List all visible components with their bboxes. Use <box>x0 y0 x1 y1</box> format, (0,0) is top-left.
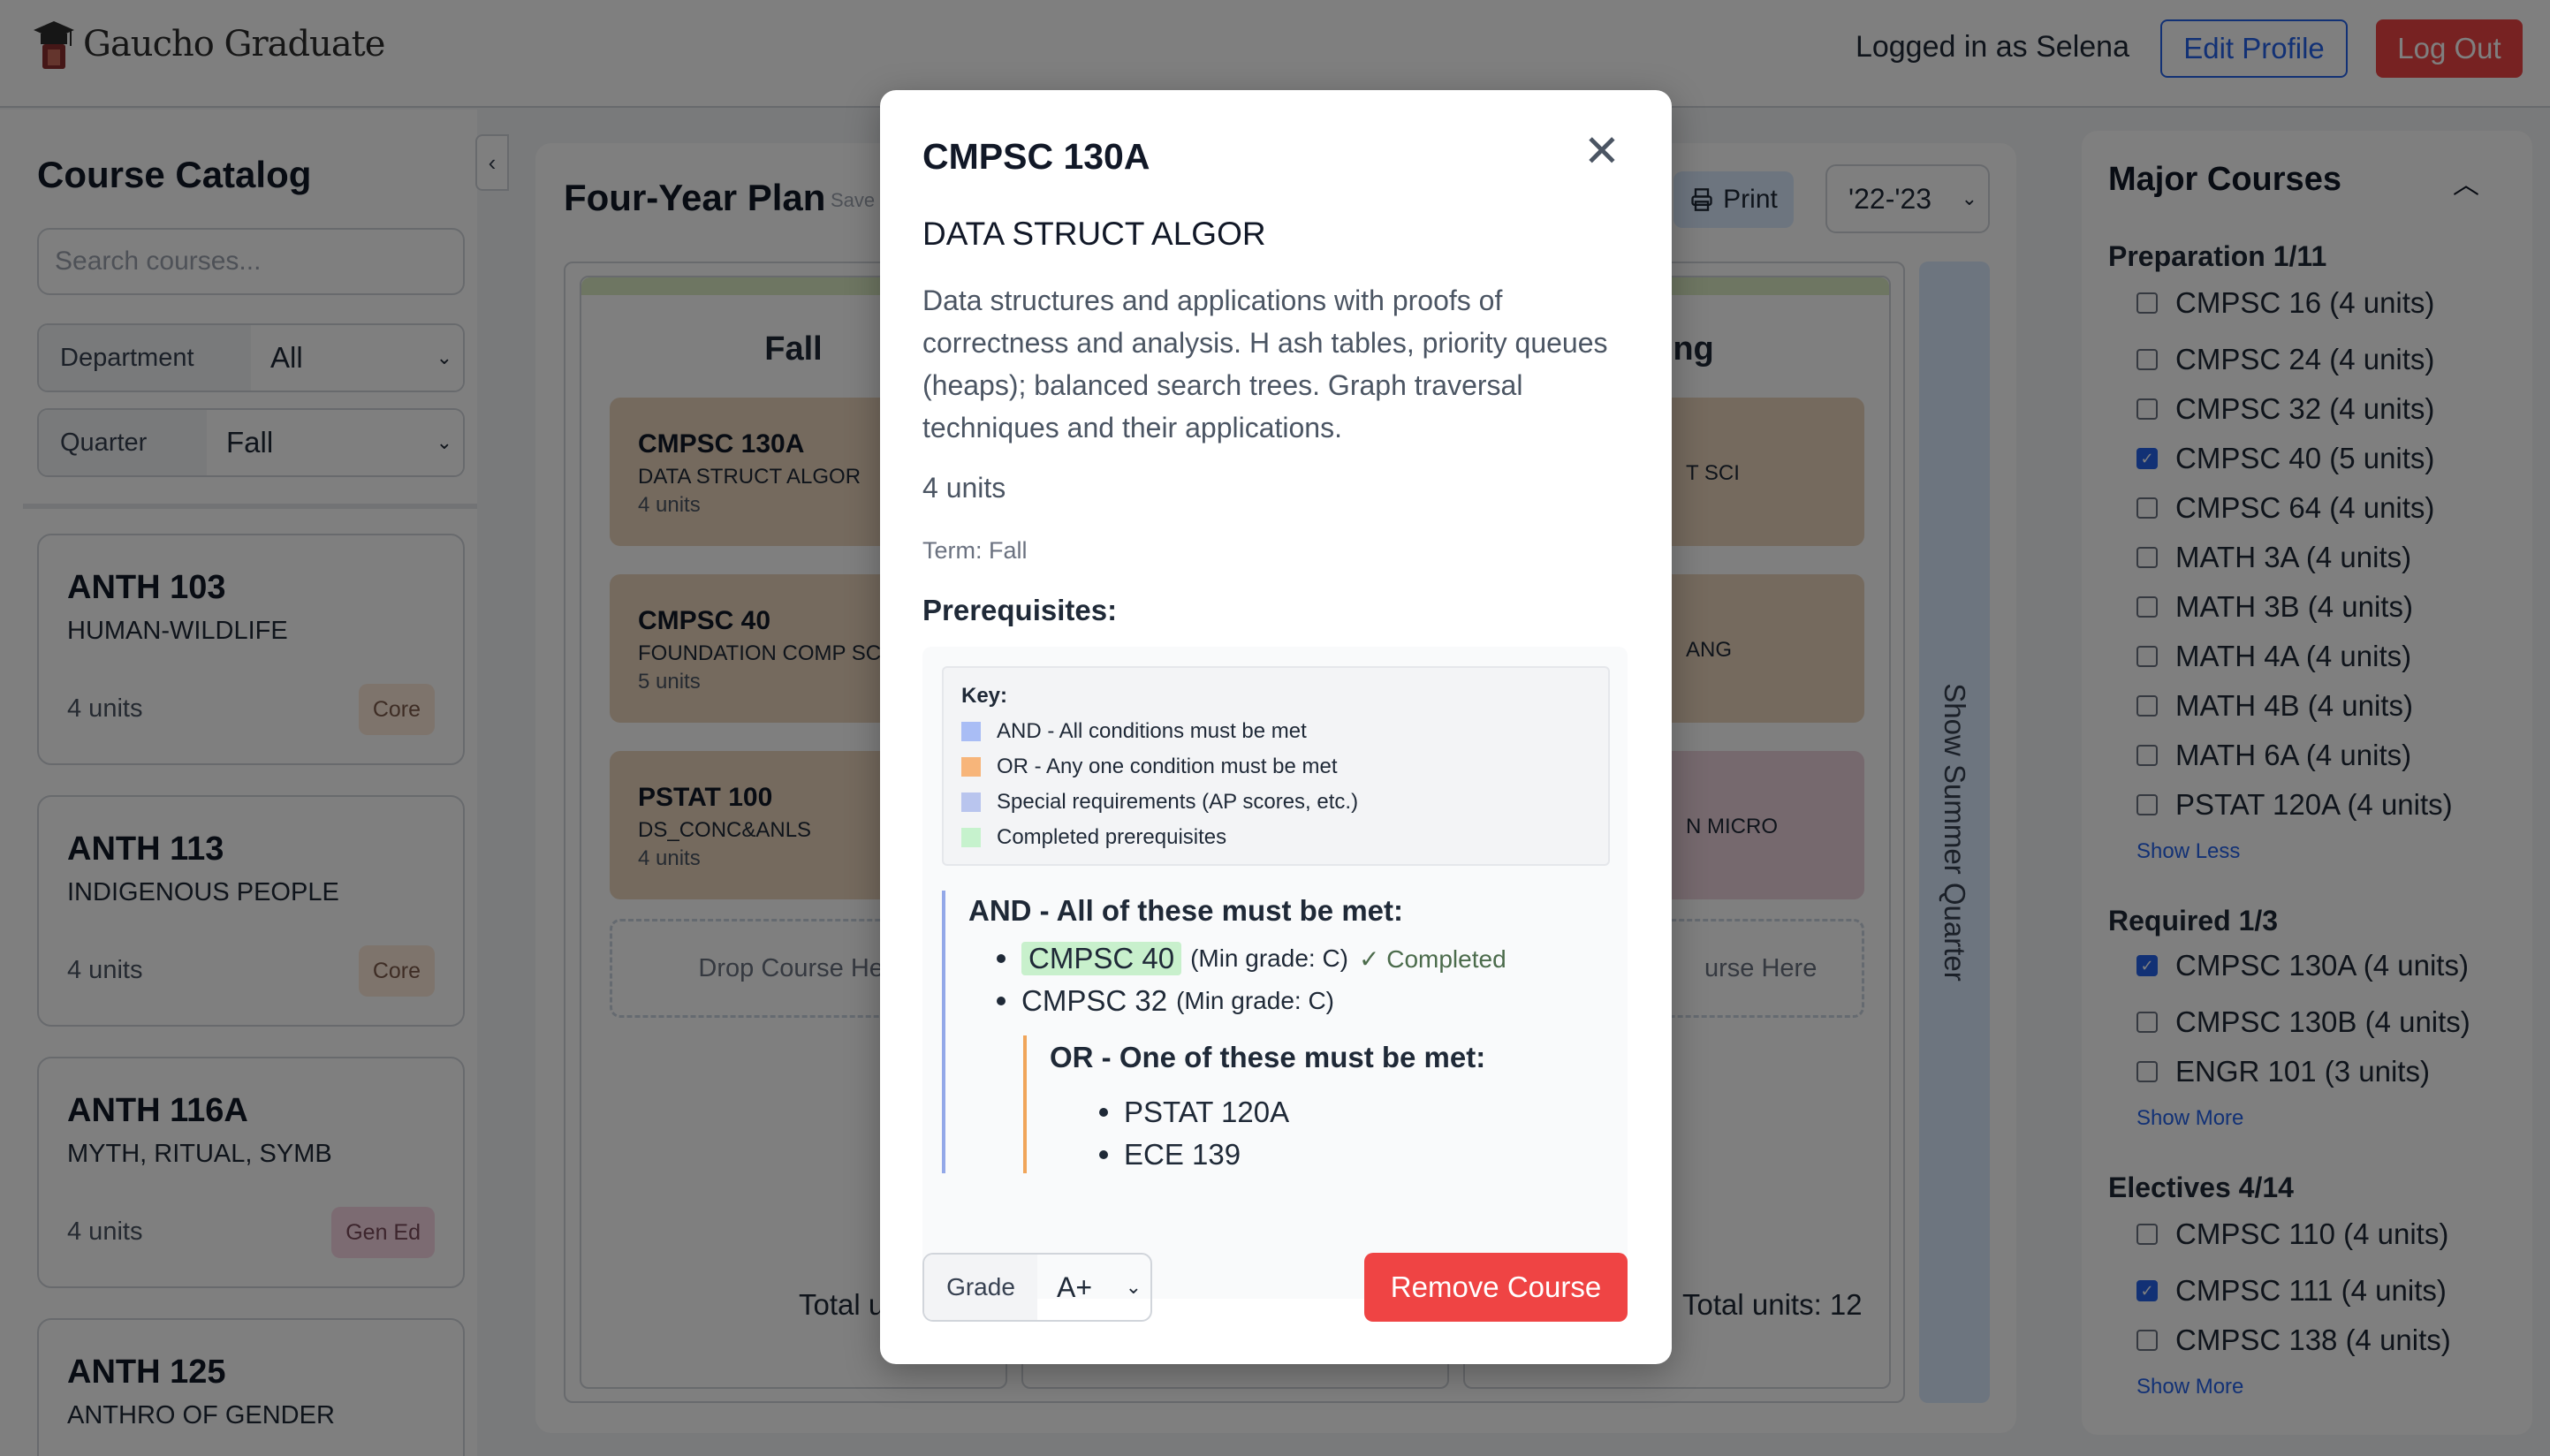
prereq-key: Key: AND - All conditions must be met OR… <box>942 666 1610 866</box>
min-grade: (Min grade: C) <box>1176 987 1334 1014</box>
color-swatch <box>961 722 981 741</box>
and-group-border <box>942 891 945 1173</box>
close-icon[interactable]: ✕ <box>1583 129 1620 173</box>
modal-course-code: CMPSC 130A <box>922 136 1150 177</box>
or-heading: OR - One of these must be met: <box>1050 1041 1486 1073</box>
prereq-course: PSTAT 120A <box>1124 1096 1290 1128</box>
key-item: OR - Any one condition must be met <box>961 755 1338 779</box>
key-item: AND - All conditions must be met <box>961 719 1307 744</box>
key-item: Completed prerequisites <box>961 825 1226 850</box>
remove-course-button[interactable]: Remove Course <box>1364 1253 1628 1322</box>
modal-course-description: Data structures and applications with pr… <box>922 284 1608 444</box>
prereq-course: CMPSC 40 <box>1021 942 1182 975</box>
modal-course-title: DATA STRUCT ALGOR <box>922 216 1266 252</box>
bullet <box>1099 1150 1108 1159</box>
key-label: Completed prerequisites <box>997 825 1227 849</box>
or-group-border <box>1023 1035 1027 1173</box>
grade-select-group[interactable]: Grade A+ ⌄ <box>922 1253 1152 1322</box>
grade-select[interactable]: A+ ⌄ <box>1037 1255 1150 1320</box>
key-label: Special requirements (AP scores, etc.) <box>997 790 1359 814</box>
color-swatch <box>961 828 981 847</box>
min-grade: (Min grade: C) <box>1190 944 1348 972</box>
chevron-down-icon: ⌄ <box>1125 1276 1142 1298</box>
and-heading: AND - All of these must be met: <box>968 894 1403 927</box>
completed-status: ✓ Completed <box>1359 944 1506 973</box>
prereq-item: CMPSC 32 (Min grade: C) <box>997 984 1334 1018</box>
grade-label: Grade <box>924 1255 1037 1320</box>
modal-course-term: Term: Fall <box>922 537 1028 564</box>
prereq-item: PSTAT 120A <box>1099 1096 1289 1129</box>
bullet <box>1099 1108 1108 1117</box>
key-label: OR - Any one condition must be met <box>997 755 1338 778</box>
key-item: Special requirements (AP scores, etc.) <box>961 790 1358 815</box>
color-swatch <box>961 757 981 777</box>
course-detail-modal: CMPSC 130A ✕ DATA STRUCT ALGOR Data stru… <box>880 90 1672 1364</box>
key-label: AND - All conditions must be met <box>997 719 1307 743</box>
bullet <box>997 954 1006 963</box>
grade-value: A+ <box>1057 1270 1093 1303</box>
prerequisites-heading: Prerequisites: <box>922 594 1118 626</box>
color-swatch <box>961 792 981 812</box>
prereq-item: CMPSC 40 (Min grade: C) ✓ Completed <box>997 942 1506 975</box>
prereq-item: ECE 139 <box>1099 1138 1241 1172</box>
bullet <box>997 997 1006 1005</box>
prerequisites-box: Key: AND - All conditions must be met OR… <box>922 647 1628 1299</box>
prereq-course: ECE 139 <box>1124 1138 1241 1171</box>
key-title: Key: <box>961 684 1008 708</box>
prereq-course: CMPSC 32 <box>1021 984 1168 1017</box>
modal-course-units: 4 units <box>922 472 1006 504</box>
